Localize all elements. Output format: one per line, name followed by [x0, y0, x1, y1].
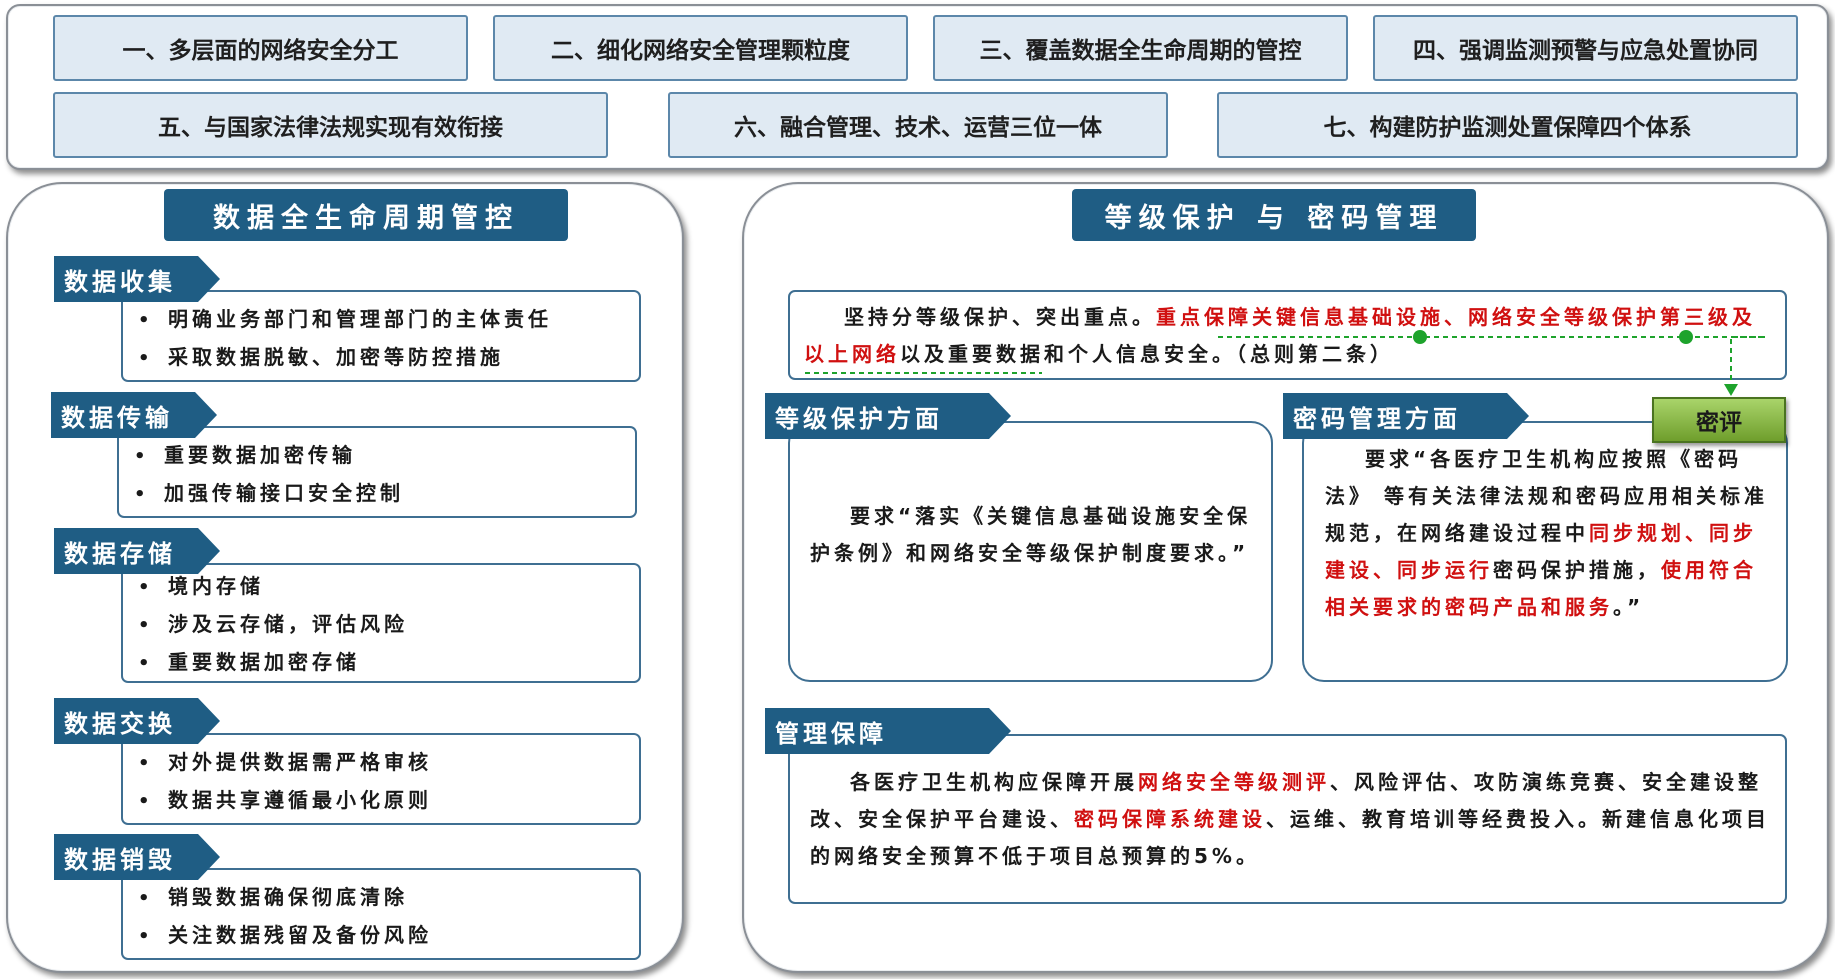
connector-dot-1: [1413, 330, 1427, 344]
connector-dot-2: [1679, 330, 1693, 344]
connector-line: [1730, 336, 1765, 384]
connector-arrowhead: [1724, 384, 1738, 396]
annotation-connector: [805, 330, 1765, 396]
